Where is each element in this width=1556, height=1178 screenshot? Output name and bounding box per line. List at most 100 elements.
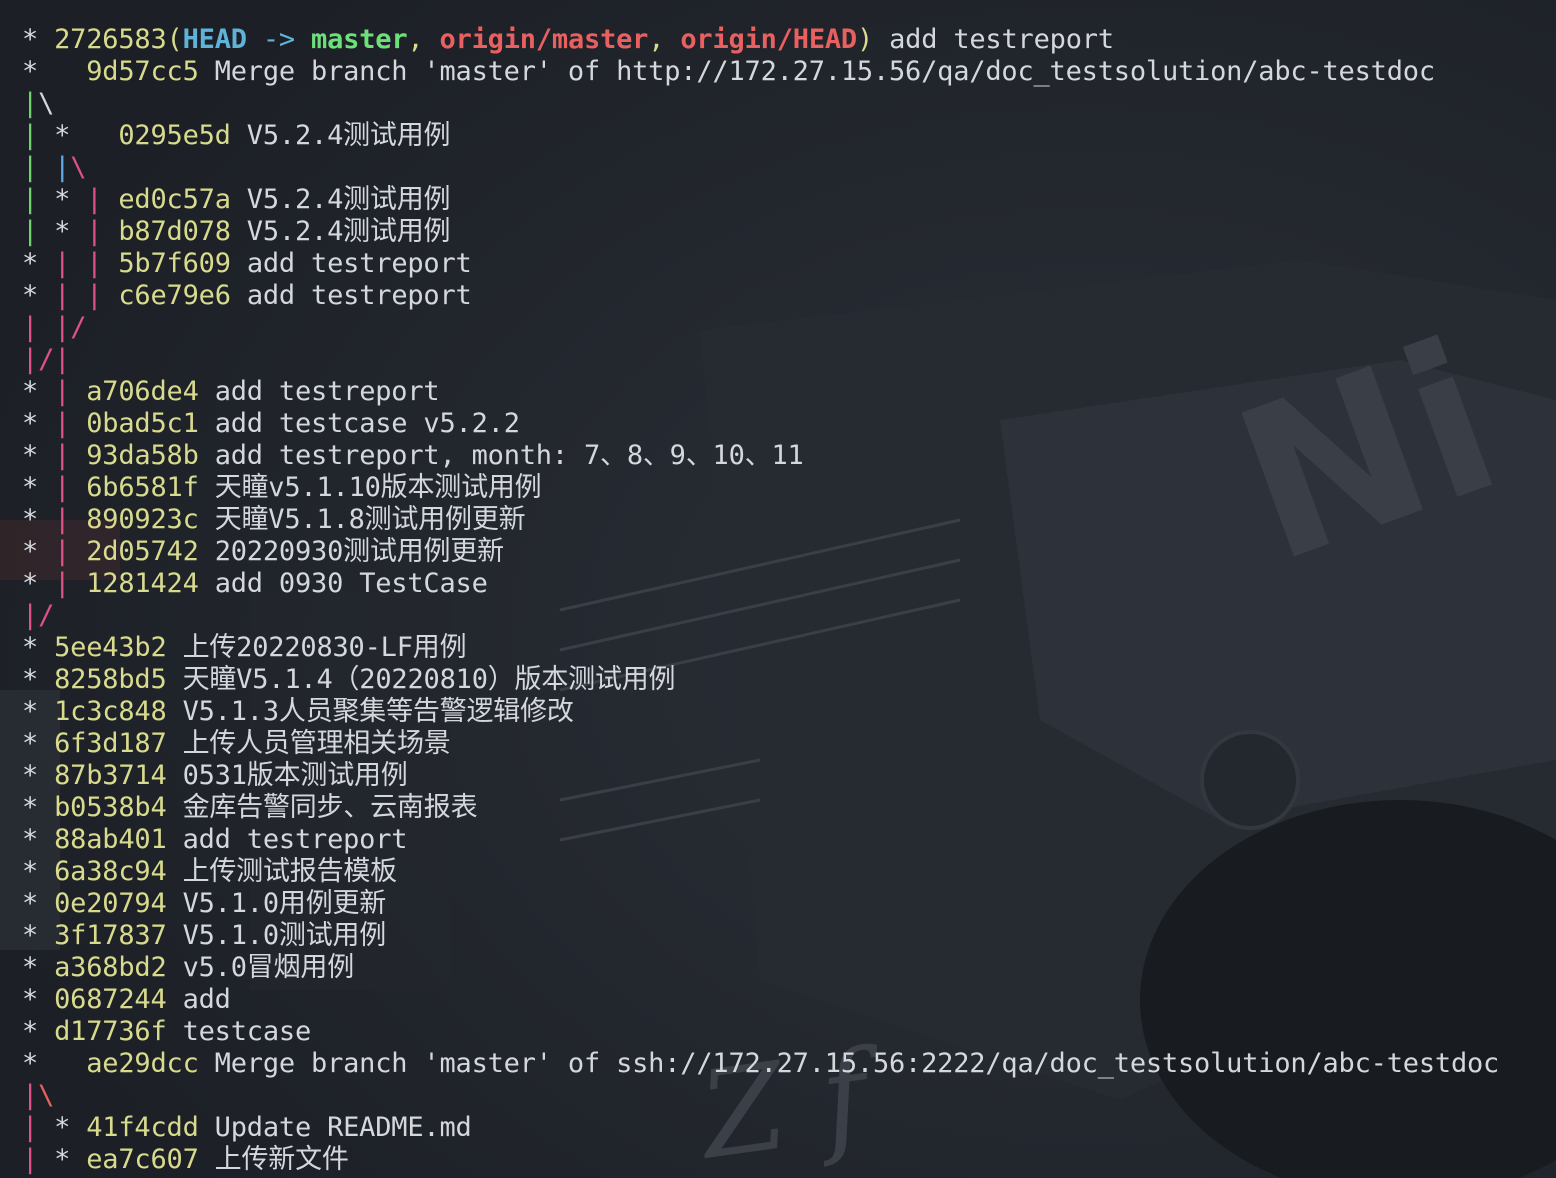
graph-segment bbox=[102, 216, 118, 247]
git-log-line: * 88ab401 add testreport bbox=[22, 824, 1499, 856]
graph-segment: * bbox=[22, 920, 55, 951]
commit-message: add testreport bbox=[230, 280, 472, 311]
commit-hash: b0538b4 bbox=[54, 792, 167, 823]
graph-segment: / bbox=[38, 600, 55, 631]
graph-segment: | bbox=[54, 504, 71, 535]
graph-segment: | bbox=[22, 120, 39, 151]
graph-segment bbox=[70, 280, 86, 311]
git-log-line: * d17736f testcase bbox=[22, 1016, 1499, 1048]
commit-hash: c6e79e6 bbox=[118, 280, 231, 311]
commit-message: 上传人员管理相关场景 bbox=[166, 728, 451, 759]
commit-hash: a368bd2 bbox=[54, 952, 167, 983]
graph-segment: | bbox=[54, 408, 71, 439]
commit-hash: ed0c57a bbox=[118, 184, 231, 215]
commit-message: Merge branch 'master' of http://172.27.1… bbox=[198, 56, 1435, 87]
graph-segment: * bbox=[38, 1144, 87, 1175]
graph-segment bbox=[70, 248, 86, 279]
commit-message: testcase bbox=[166, 1016, 312, 1047]
graph-segment: * bbox=[22, 56, 87, 87]
graph-segment bbox=[70, 472, 86, 503]
commit-hash: 2d05742 bbox=[86, 536, 199, 567]
graph-segment bbox=[70, 408, 86, 439]
graph-segment: * bbox=[22, 984, 55, 1015]
commit-message: add testreport bbox=[166, 824, 408, 855]
git-log-line: * 0e20794 V5.1.0用例更新 bbox=[22, 888, 1499, 920]
graph-segment: | bbox=[54, 440, 71, 471]
git-log-line: | |/ bbox=[22, 312, 1499, 344]
graph-segment: | bbox=[22, 1144, 39, 1175]
commit-hash: 1c3c848 bbox=[54, 696, 167, 727]
git-log-line: * | 93da58b add testreport, month: 7、8、9… bbox=[22, 440, 1499, 472]
commit-message: add testreport bbox=[230, 248, 472, 279]
commit-hash: ae29dcc bbox=[86, 1048, 199, 1079]
git-log-line: * | 6b6581f 天瞳v5.1.10版本测试用例 bbox=[22, 472, 1499, 504]
commit-hash: 6a38c94 bbox=[54, 856, 167, 887]
ref-head: HEAD bbox=[182, 24, 247, 55]
commit-message: add testreport bbox=[873, 24, 1114, 55]
ref-remote-head: origin/HEAD bbox=[680, 24, 857, 55]
commit-hash: 0687244 bbox=[54, 984, 167, 1015]
terminal-git-log[interactable]: * 2726583(HEAD -> master, origin/master,… bbox=[22, 24, 1499, 1176]
git-log-line: * | 2d05742 20220930测试用例更新 bbox=[22, 536, 1499, 568]
commit-message: 上传20220830-LF用例 bbox=[166, 632, 467, 663]
git-log-line: | * ea7c607 上传新文件 bbox=[22, 1144, 1499, 1176]
commit-message: V5.2.4测试用例 bbox=[230, 120, 451, 151]
graph-segment: | bbox=[22, 600, 39, 631]
git-log-line: |/| bbox=[22, 344, 1499, 376]
git-log-line: | * | b87d078 V5.2.4测试用例 bbox=[22, 216, 1499, 248]
commit-message: V5.2.4测试用例 bbox=[230, 184, 451, 215]
git-log-line: |\ bbox=[22, 1080, 1499, 1112]
graph-segment: | bbox=[54, 280, 71, 311]
commit-message: 金库告警同步、云南报表 bbox=[166, 792, 478, 823]
git-log-line: | * | ed0c57a V5.2.4测试用例 bbox=[22, 184, 1499, 216]
graph-segment: | bbox=[54, 248, 71, 279]
git-log-line: * 1c3c848 V5.1.3人员聚集等告警逻辑修改 bbox=[22, 696, 1499, 728]
commit-message: V5.1.0用例更新 bbox=[166, 888, 387, 919]
graph-segment: | bbox=[54, 376, 71, 407]
commit-message: V5.1.3人员聚集等告警逻辑修改 bbox=[166, 696, 574, 727]
git-log-line: |/ bbox=[22, 600, 1499, 632]
commit-message: add bbox=[166, 984, 231, 1015]
commit-message: Merge branch 'master' of ssh://172.27.15… bbox=[198, 1048, 1500, 1079]
git-log-line: * 3f17837 V5.1.0测试用例 bbox=[22, 920, 1499, 952]
graph-segment: * bbox=[22, 856, 55, 887]
commit-hash: d17736f bbox=[54, 1016, 167, 1047]
graph-segment bbox=[70, 536, 86, 567]
commit-hash: 890923c bbox=[86, 504, 199, 535]
graph-segment: * bbox=[22, 728, 55, 759]
git-log-line: * 0687244 add bbox=[22, 984, 1499, 1016]
commit-hash: 88ab401 bbox=[54, 824, 167, 855]
commit-hash: 5b7f609 bbox=[118, 248, 231, 279]
graph-segment: | bbox=[22, 88, 39, 119]
graph-segment: | bbox=[22, 1112, 39, 1143]
commit-hash: 6b6581f bbox=[86, 472, 199, 503]
graph-segment bbox=[38, 152, 54, 183]
commit-message: 天瞳v5.1.10版本测试用例 bbox=[198, 472, 542, 503]
graph-segment bbox=[70, 440, 86, 471]
graph-segment: | bbox=[86, 216, 103, 247]
graph-segment bbox=[102, 184, 118, 215]
graph-segment: \ bbox=[38, 88, 55, 119]
commit-hash: 0e20794 bbox=[54, 888, 167, 919]
graph-segment: | bbox=[86, 280, 103, 311]
git-log-line: * 6a38c94 上传测试报告模板 bbox=[22, 856, 1499, 888]
graph-segment: * bbox=[22, 536, 55, 567]
commit-message: add testreport, month: 7、8、9、10、11 bbox=[198, 440, 804, 471]
graph-segment: * bbox=[38, 120, 119, 151]
graph-segment: | bbox=[54, 344, 71, 375]
commit-hash: 9d57cc5 bbox=[86, 56, 199, 87]
graph-segment: * bbox=[22, 696, 55, 727]
graph-segment: * bbox=[22, 248, 55, 279]
commit-message: 天瞳V5.1.8测试用例更新 bbox=[198, 504, 526, 535]
graph-segment bbox=[70, 504, 86, 535]
commit-hash: ea7c607 bbox=[86, 1144, 199, 1175]
graph-segment: * bbox=[22, 504, 55, 535]
git-log-line: |\ bbox=[22, 88, 1499, 120]
graph-segment: | bbox=[22, 216, 39, 247]
commit-message: 天瞳V5.1.4（20220810）版本测试用例 bbox=[166, 664, 676, 695]
git-log-line: * | 1281424 add 0930 TestCase bbox=[22, 568, 1499, 600]
commit-message: 上传新文件 bbox=[198, 1144, 349, 1175]
graph-segment: * bbox=[22, 824, 55, 855]
graph-segment: * bbox=[22, 952, 55, 983]
graph-segment: * bbox=[22, 888, 55, 919]
